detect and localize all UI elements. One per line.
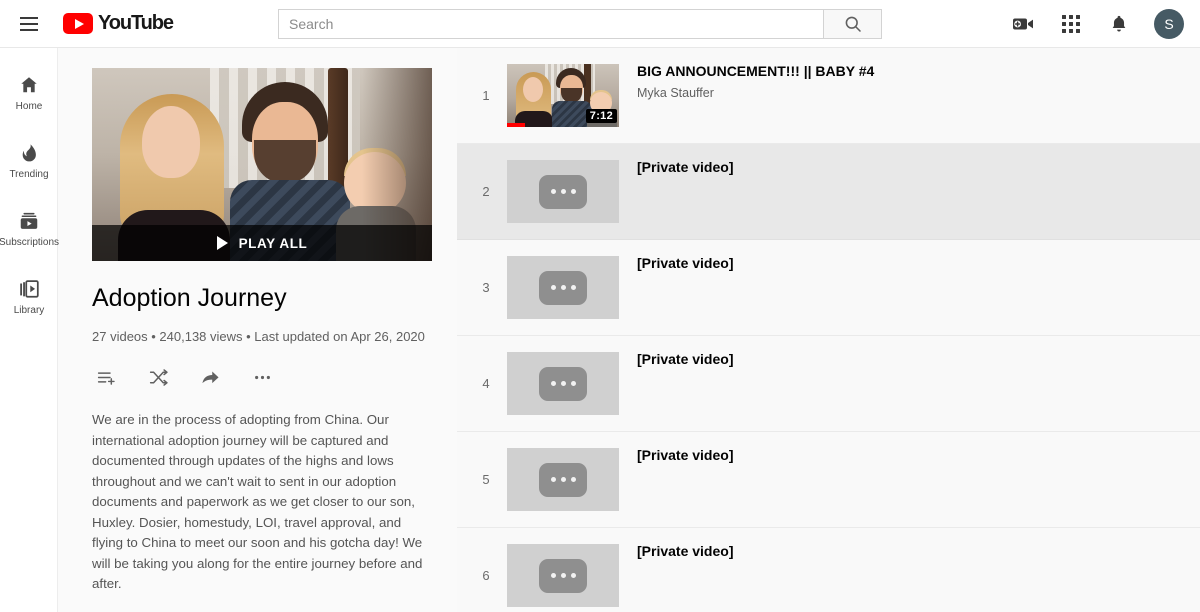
play-all-button[interactable]: PLAY ALL [92,225,432,261]
header-actions: S [1010,0,1184,48]
sidebar-item-label: Subscriptions [0,236,60,248]
sidebar: Home Trending Subscriptions Library [0,48,60,612]
video-title: [Private video] [637,159,734,175]
shuffle-icon[interactable] [147,366,169,388]
trending-flame-icon [17,141,41,165]
sidebar-item-trending[interactable]: Trending [0,126,58,194]
sidebar-item-label: Home [15,100,43,112]
video-title: [Private video] [637,351,734,367]
video-index: 2 [482,184,490,199]
video-info: [Private video] [637,432,733,464]
search-button[interactable] [824,9,882,39]
video-index: 5 [482,472,490,487]
watch-progress-bar [507,123,525,127]
sidebar-item-label: Trending [9,168,49,180]
library-icon [17,277,41,301]
user-avatar[interactable]: S [1154,9,1184,39]
youtube-play-badge-icon [63,13,93,34]
video-info: [Private video] [637,528,733,560]
search-box[interactable] [278,9,824,39]
playlist-video-row[interactable]: 3 [Private video] [457,240,1200,336]
video-info: [Private video] [637,240,733,272]
play-all-label: PLAY ALL [238,235,308,251]
private-video-placeholder-icon [539,366,587,401]
play-triangle-icon [216,236,228,250]
playlist-video-row[interactable]: 1 7:12 BIG ANNOUNCEMENT!!! || BABY #4 My… [457,48,1200,144]
sidebar-item-home[interactable]: Home [0,58,58,126]
search-icon [845,16,861,32]
private-video-placeholder-icon [539,174,587,209]
video-title[interactable]: BIG ANNOUNCEMENT!!! || BABY #4 [637,62,874,80]
private-video-thumbnail[interactable] [507,352,619,415]
playlist-title: Adoption Journey [92,284,287,312]
subscriptions-icon [17,209,41,233]
playlist-video-row[interactable]: 6 [Private video] [457,528,1200,612]
private-video-thumbnail[interactable] [507,544,619,607]
video-duration-badge: 7:12 [585,109,617,123]
video-info: BIG ANNOUNCEMENT!!! || BABY #4 Myka Stau… [637,48,874,100]
playlist-video-row[interactable]: 4 [Private video] [457,336,1200,432]
private-video-placeholder-icon [539,558,587,593]
private-video-placeholder-icon [539,462,587,497]
video-index: 1 [482,88,490,103]
youtube-logo[interactable]: YouTube [63,12,174,35]
video-title: [Private video] [637,255,734,271]
share-icon[interactable] [199,366,221,388]
playlist-meta: 27 videos • 240,138 views • Last updated… [92,329,425,344]
playlist-description: We are in the process of adopting from C… [92,412,423,592]
sidebar-item-library[interactable]: Library [0,262,58,330]
more-options-icon[interactable] [251,366,273,388]
playlist-hero-thumbnail[interactable]: PLAY ALL [92,68,432,261]
video-title: [Private video] [637,447,734,463]
youtube-logo-text: YouTube [98,12,174,34]
video-thumbnail[interactable]: 7:12 [507,64,619,127]
video-index: 3 [482,280,490,295]
video-title: [Private video] [637,543,734,559]
video-channel[interactable]: Myka Stauffer [637,86,874,100]
playlist-video-row[interactable]: 2 [Private video] [457,144,1200,240]
playlist-info-panel: PLAY ALL Adoption Journey 27 videos • 24… [58,48,457,612]
notifications-bell-icon[interactable] [1106,11,1132,37]
top-header: YouTube Search S [0,0,1200,48]
hamburger-menu-icon[interactable] [9,4,49,44]
video-index: 6 [482,568,490,583]
create-video-icon[interactable] [1010,11,1036,37]
search-input[interactable] [289,16,823,32]
playlist-actions [92,366,429,388]
video-info: [Private video] [637,144,733,176]
apps-grid-icon[interactable] [1058,11,1084,37]
playlist-video-row[interactable]: 5 [Private video] [457,432,1200,528]
video-info: [Private video] [637,336,733,368]
search-area [278,9,882,39]
private-video-placeholder-icon [539,270,587,305]
private-video-thumbnail[interactable] [507,160,619,223]
video-index: 4 [482,376,490,391]
home-icon [17,73,41,97]
private-video-thumbnail[interactable] [507,256,619,319]
sidebar-item-subscriptions[interactable]: Subscriptions [0,194,60,262]
sidebar-item-label: Library [13,304,45,316]
private-video-thumbnail[interactable] [507,448,619,511]
playlist-video-list: 1 7:12 BIG ANNOUNCEMENT!!! || BABY #4 My… [457,48,1200,612]
add-to-queue-icon[interactable] [95,366,117,388]
